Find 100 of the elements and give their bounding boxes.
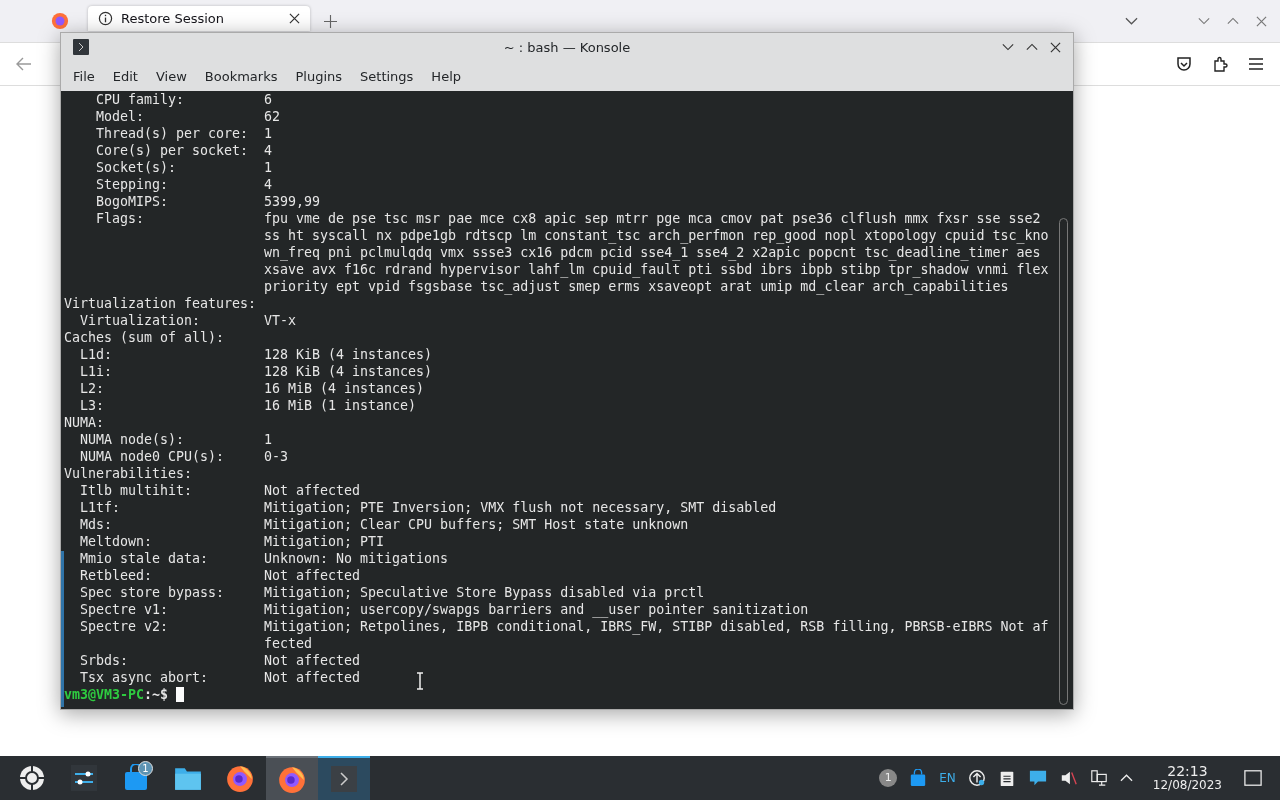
menu-item[interactable]: View	[147, 65, 195, 87]
terminal-value: Mitigation; PTE Inversion; VMX flush not necessary, SMT disabled	[264, 499, 777, 516]
notification-badge: 1	[138, 761, 153, 776]
terminal-key: CPU family:	[96, 91, 264, 108]
shopping-bag-icon	[122, 764, 150, 792]
menu-item[interactable]: Bookmarks	[196, 65, 286, 87]
show-desktop-icon[interactable]	[1244, 769, 1262, 787]
puzzle-icon[interactable]	[1212, 56, 1228, 72]
terminal-key: L1d:	[80, 346, 264, 363]
browser-tab[interactable]: Restore Session	[88, 6, 310, 31]
terminal-value: 4	[264, 176, 272, 193]
terminal-value: Unknown: No mitigations	[264, 550, 449, 567]
terminal-value: 16 MiB (4 instances)	[264, 380, 425, 397]
terminal-value: Not affected	[264, 482, 361, 499]
terminal-value: Not affected	[264, 669, 361, 686]
terminal-line: Virtualization features:	[64, 295, 258, 312]
terminal-key: Core(s) per socket:	[96, 142, 264, 159]
info-icon	[98, 11, 113, 26]
muted-speaker-icon[interactable]	[1059, 769, 1078, 787]
clock[interactable]: 22:13 12/08/2023	[1152, 764, 1222, 792]
plus-icon[interactable]	[324, 14, 337, 28]
terminal-key: L2:	[80, 380, 264, 397]
chevron-down-icon[interactable]	[1125, 17, 1138, 25]
terminal-key: Srbds:	[80, 652, 264, 669]
prompt-user: vm3@VM3-PC	[64, 686, 145, 703]
window-title: ~ : bash — Konsole	[503, 39, 631, 55]
terminal-key: Stepping:	[96, 176, 264, 193]
terminal-value: Mitigation; usercopy/swapgs barriers and __user pointer sanitization	[264, 601, 809, 618]
pocket-icon[interactable]	[1176, 56, 1192, 72]
maximize-icon[interactable]	[1026, 43, 1038, 51]
back-arrow-icon[interactable]	[16, 57, 32, 71]
minimize-icon[interactable]	[1198, 17, 1210, 25]
close-icon[interactable]	[289, 13, 300, 24]
chat-icon[interactable]	[1027, 769, 1048, 787]
network-icon[interactable]	[1089, 769, 1108, 787]
terminal-icon	[330, 765, 358, 793]
terminal-line: Vulnerabilities:	[64, 465, 194, 482]
menu-icon[interactable]	[1248, 57, 1264, 71]
terminal-line: Caches (sum of all):	[64, 329, 226, 346]
terminal-key: Mds:	[80, 516, 264, 533]
firefox-icon	[225, 763, 255, 793]
terminal-value: 62	[264, 108, 280, 125]
terminal-key: Flags:	[96, 210, 264, 227]
terminal-value: fpu vme de pse tsc msr pae mce cx8 apic sep mtrr pge mca cmov pat pse36 clflush mmx fxsr sse sse2	[264, 210, 1041, 227]
terminal-value: 1	[264, 159, 272, 176]
terminal-value: fected	[264, 635, 313, 652]
minimize-icon[interactable]	[1002, 43, 1014, 51]
terminal-value: Not affected	[264, 567, 361, 584]
terminal-value: wn_freq pni pclmulqdq vmx ssse3 cx16 pdcm pcid sse4_1 sse4_2 x2apic popcnt tsc_deadline_timer aes	[264, 244, 1041, 261]
text-cursor	[176, 687, 185, 702]
text-cursor-icon	[416, 672, 424, 690]
menu-item[interactable]: File	[65, 65, 103, 87]
terminal-key: NUMA node0 CPU(s):	[80, 448, 264, 465]
terminal-key: Thread(s) per core:	[96, 125, 264, 142]
terminal-value: xsave avx f16c rdrand hypervisor lahf_lm cpuid_fault pti ssbd ibrs ibpb stibp tpr_shadow vnmi flex	[264, 261, 1049, 278]
terminal-value: priority ept vpid fsgsbase tsc_adjust smep erms xsaveopt arat umip md_clear arch_capabilities	[264, 278, 1009, 295]
terminal-key: Meltdown:	[80, 533, 264, 550]
terminal-value: 6	[264, 91, 272, 108]
close-icon[interactable]	[1050, 41, 1061, 53]
terminal-key: L1tf:	[80, 499, 264, 516]
sliders-icon	[70, 764, 98, 792]
terminal-value: 4	[264, 142, 272, 159]
update-icon[interactable]	[967, 769, 986, 787]
terminal-key: Model:	[96, 108, 264, 125]
keyboard-layout[interactable]: EN	[939, 771, 956, 785]
terminal-value: 0-3	[264, 448, 289, 465]
terminal-value: 16 MiB (1 instance)	[264, 397, 417, 414]
firefox-icon[interactable]	[51, 12, 69, 30]
terminal-key: Socket(s):	[96, 159, 264, 176]
terminal-key: Tsx async abort:	[80, 669, 264, 686]
terminal-value: 1	[264, 125, 272, 142]
gear-icon	[18, 764, 46, 792]
terminal-key: NUMA node(s):	[80, 431, 264, 448]
terminal-key: Spec store bypass:	[80, 584, 264, 601]
menu-item[interactable]: Settings	[352, 65, 422, 87]
terminal-value: 5399,99	[264, 193, 321, 210]
maximize-icon[interactable]	[1227, 17, 1239, 25]
terminal-value: Not affected	[264, 652, 361, 669]
menu-item[interactable]: Plugins	[287, 65, 351, 87]
terminal-value: Mitigation; Speculative Store Bypass disabled via prctl	[264, 584, 705, 601]
terminal-key: Itlb multihit:	[80, 482, 264, 499]
terminal-key: Spectre v1:	[80, 601, 264, 618]
menu-item[interactable]: Help	[423, 65, 469, 87]
terminal-value: ss ht syscall nx pdpe1gb rdtscp lm constant_tsc arch_perfmon rep_good nopl xtopology cpuid tsc_kno	[264, 227, 1049, 244]
menu-item[interactable]: Edit	[104, 65, 146, 87]
terminal-value: 128 KiB (4 instances)	[264, 363, 433, 380]
prompt-path: :~$	[144, 686, 169, 703]
terminal-key: L3:	[80, 397, 264, 414]
firefox-icon	[277, 764, 307, 794]
terminal-value: VT-x	[264, 312, 297, 329]
terminal-key: BogoMIPS:	[96, 193, 264, 210]
terminal-value: Mitigation; PTI	[264, 533, 385, 550]
terminal-line: NUMA:	[64, 414, 106, 431]
terminal-key: L1i:	[80, 363, 264, 380]
caret-up-icon[interactable]	[1119, 774, 1133, 782]
terminal-value: 128 KiB (4 instances)	[264, 346, 433, 363]
terminal-value: Mitigation; Clear CPU buffers; SMT Host state unknown	[264, 516, 689, 533]
terminal-key: Mmio stale data:	[80, 550, 264, 567]
terminal-key: Spectre v2:	[80, 618, 264, 635]
shopping-bag-icon[interactable]	[909, 769, 928, 787]
